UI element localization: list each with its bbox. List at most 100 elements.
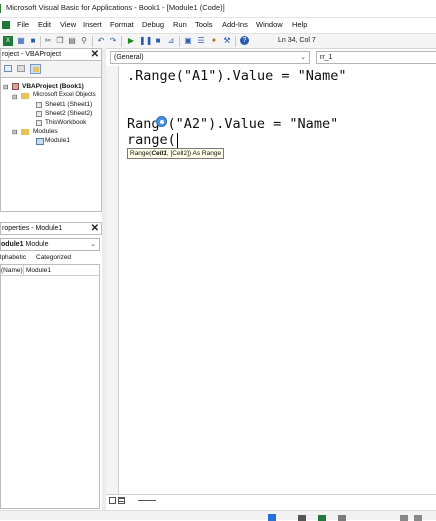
margin-indicator-bar[interactable] [106, 66, 119, 496]
title-bar: Microsoft Visual Basic for Applications … [0, 0, 436, 18]
close-icon[interactable]: ✕ [91, 223, 99, 234]
menu-help[interactable]: Help [292, 20, 307, 29]
view-object-icon[interactable] [17, 65, 25, 72]
run-icon[interactable]: ▶ [126, 36, 136, 46]
toolbar-separator [121, 36, 122, 47]
vba-project-icon [12, 83, 19, 90]
tree-root[interactable]: VBAProject (Book1) [22, 83, 84, 90]
procedure-dropdown[interactable]: rr_1 [316, 51, 436, 64]
properties-grid: (Name) Module1 [0, 264, 100, 509]
tree-folder-objects[interactable]: Microsoft Excel Objects [33, 92, 96, 98]
menu-edit[interactable]: Edit [38, 20, 51, 29]
help-icon[interactable]: ? [240, 36, 249, 45]
app-icon [0, 4, 1, 13]
tray-icon[interactable] [414, 515, 422, 521]
full-module-view-icon[interactable] [118, 497, 125, 504]
cut-icon[interactable]: ✂ [43, 36, 53, 46]
cursor-position: Ln 34, Col 7 [278, 37, 316, 44]
toolbar-separator [179, 36, 180, 47]
expand-icon[interactable]: ⊟ [3, 83, 8, 91]
taskbar-app-icon[interactable] [338, 515, 346, 521]
toolbar-separator [40, 36, 41, 47]
module-icon [36, 138, 44, 145]
break-icon[interactable]: ❚❚ [139, 36, 152, 46]
folder-icon [33, 67, 39, 72]
menu-insert[interactable]: Insert [83, 20, 102, 29]
chevron-down-icon: ⌄ [300, 54, 306, 61]
code-token: Rang [127, 116, 160, 132]
tree-sheet2[interactable]: Sheet2 (Sheet2) [45, 110, 92, 117]
project-explorer-icon[interactable]: ▣ [183, 36, 193, 46]
standard-toolbar: X ▦ ■ ✂ ❐ ▤ ⚲ ↶ ↷ ▶ ❚❚ ■ ⊿ ▣ ☰ ✦ ⚒ ? Ln … [0, 33, 436, 49]
parameter-tooltip: Range(Cell1, [Cell2]) As Range [127, 148, 225, 159]
menu-add-ins[interactable]: Add-Ins [222, 20, 248, 29]
object-combo[interactable]: odule1 Module ⌄ [0, 238, 100, 251]
properties-window-icon[interactable]: ☰ [196, 36, 206, 46]
project-explorer-titlebar: roject - VBAProject ✕ [0, 48, 102, 61]
tree-folder-modules[interactable]: Modules [33, 128, 58, 135]
code-token: ("A2").Value = "Name" [167, 116, 339, 132]
toolbar-separator [92, 36, 93, 47]
excel-icon[interactable] [2, 21, 10, 29]
close-icon[interactable]: ✕ [91, 49, 99, 60]
object-dropdown[interactable]: (General) ⌄ [110, 51, 310, 64]
object-dropdown-value: (General) [114, 54, 144, 61]
current-parameter: Cell1 [151, 150, 167, 157]
procedure-dropdown-value: rr_1 [320, 54, 333, 61]
tree-module1[interactable]: Module1 [45, 137, 70, 144]
properties-title: roperties - Module1 [2, 225, 63, 232]
project-explorer-toolbar [0, 61, 102, 77]
menu-bar: File Edit View Insert Format Debug Run T… [0, 18, 436, 32]
sheet-icon [36, 111, 42, 117]
toggle-folders-icon[interactable] [30, 64, 41, 74]
expand-icon[interactable]: ⊟ [12, 93, 17, 101]
toolbar-separator [235, 36, 236, 47]
object-browser-icon[interactable]: ✦ [209, 36, 219, 46]
expand-icon[interactable]: ⊟ [12, 128, 17, 136]
view-code-icon[interactable] [4, 65, 12, 72]
property-value[interactable]: Module1 [26, 267, 51, 274]
menu-file[interactable]: File [17, 20, 29, 29]
find-icon[interactable]: ⚲ [79, 36, 89, 46]
undo-icon[interactable]: ↶ [96, 36, 106, 46]
horizontal-scrollbar[interactable] [138, 500, 156, 501]
autocomplete-icon[interactable] [156, 116, 167, 127]
folder-icon [21, 129, 29, 135]
taskbar-app-icon[interactable] [298, 515, 306, 521]
menu-run[interactable]: Run [173, 20, 187, 29]
code-line[interactable]: .Range("A1").Value = "Name" [127, 68, 346, 84]
taskbar [0, 510, 436, 521]
code-editor[interactable]: .Range("A1").Value = "Name" Rang ("A2").V… [106, 66, 436, 496]
window-title: Microsoft Visual Basic for Applications … [6, 3, 225, 12]
menu-window[interactable]: Window [256, 20, 283, 29]
chevron-down-icon: ⌄ [90, 241, 96, 248]
object-name: odule1 [1, 241, 24, 248]
view-excel-icon[interactable]: X [3, 36, 13, 46]
tree-sheet1[interactable]: Sheet1 (Sheet1) [45, 101, 92, 108]
property-name: (Name) [1, 267, 23, 274]
design-mode-icon[interactable]: ⊿ [166, 36, 176, 46]
procedure-view-icon[interactable] [109, 497, 116, 504]
object-type: Module [25, 241, 49, 248]
insert-module-icon[interactable]: ▦ [16, 36, 26, 46]
redo-icon[interactable]: ↷ [108, 36, 118, 46]
reset-icon[interactable]: ■ [153, 36, 163, 46]
tab-alphabetic[interactable]: lphabetic [0, 254, 26, 261]
code-line[interactable]: range( [127, 132, 176, 148]
copy-icon[interactable]: ❐ [55, 36, 65, 46]
property-row[interactable]: (Name) Module1 [1, 265, 99, 276]
text-cursor [177, 133, 178, 148]
tab-categorized[interactable]: Categorized [36, 254, 71, 261]
project-tree: ⊟ VBAProject (Book1) ⊟ Microsoft Excel O… [0, 77, 102, 212]
excel-taskbar-icon[interactable] [318, 515, 326, 521]
menu-view[interactable]: View [60, 20, 76, 29]
save-icon[interactable]: ■ [28, 36, 38, 46]
project-explorer-title: roject - VBAProject [2, 51, 62, 58]
menu-tools[interactable]: Tools [195, 20, 213, 29]
tree-workbook[interactable]: ThisWorkbook [45, 119, 86, 126]
tray-icon[interactable] [400, 515, 408, 521]
menu-format[interactable]: Format [110, 20, 134, 29]
toolbox-icon[interactable]: ⚒ [222, 36, 232, 46]
paste-icon[interactable]: ▤ [67, 36, 77, 46]
menu-debug[interactable]: Debug [142, 20, 164, 29]
